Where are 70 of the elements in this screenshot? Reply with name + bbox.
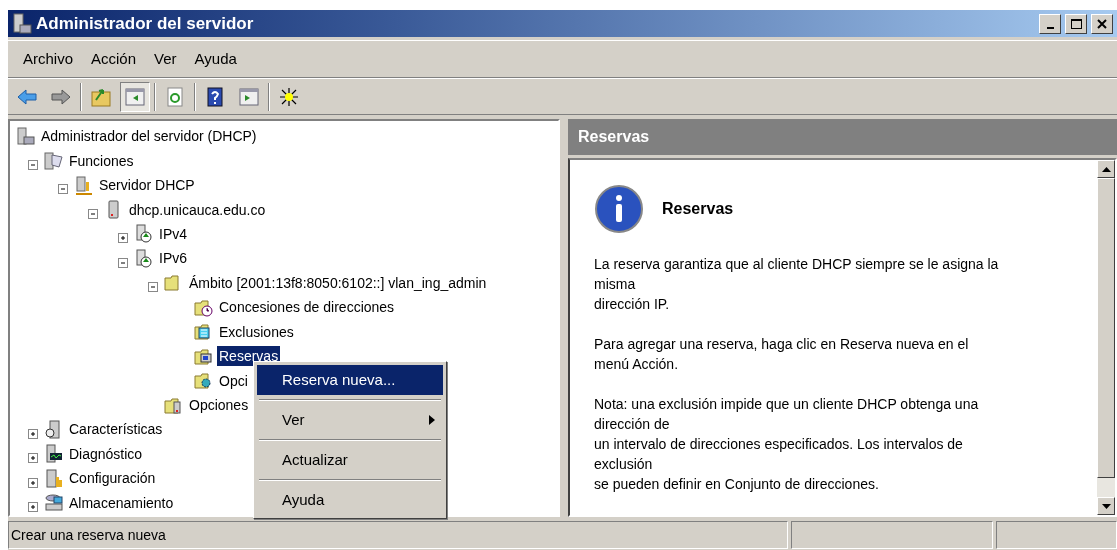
scroll-up-icon[interactable] [1101,166,1111,172]
minimize-icon [1046,26,1054,29]
tree-item[interactable]: Almacenamiento [67,492,176,513]
minimize-button[interactable] [1039,13,1061,34]
expand-toggle[interactable] [26,475,40,490]
server-folder-icon [164,395,183,415]
diagnostics-icon [44,444,63,464]
help-icon [204,85,226,108]
details-title: Reservas [662,199,734,219]
collapse-toggle[interactable] [116,255,130,270]
sparkle-icon [278,85,300,108]
expand-toggle[interactable] [26,500,40,515]
card-folder-icon [194,346,213,366]
storage-icon [44,493,63,513]
configuration-icon [44,468,63,488]
roles-icon [44,151,63,171]
tree-item[interactable]: Opciones [187,395,251,416]
tree-item[interactable]: Opci [217,370,250,391]
menu-item[interactable]: Acción [82,47,146,71]
expand-toggle[interactable] [26,426,40,441]
scroll-down-icon[interactable] [1101,503,1111,509]
list-folder-icon [194,322,213,342]
window-title: Administrador del servidor [36,12,254,35]
server-tools-icon [74,175,93,195]
menu-item[interactable]: Ayuda [257,485,443,515]
tree-item[interactable]: Concesiones de direcciones [217,297,397,318]
info-icon [594,184,644,234]
menu-item[interactable]: Ayuda [185,47,246,71]
console-tree-icon [124,85,146,108]
menu-item[interactable]: Reserva nueva... [257,365,443,395]
tree-item[interactable]: Funciones [67,150,136,171]
collapse-toggle[interactable] [26,157,40,172]
tree-item[interactable]: Servidor DHCP [97,175,197,196]
close-icon [1094,16,1110,31]
menu-item[interactable]: Archivo [14,47,83,71]
collapse-toggle[interactable] [56,182,70,197]
tree-item[interactable]: dhcp.unicauca.edu.co [127,199,268,220]
action-pane-icon [238,85,260,108]
menu-item[interactable]: Ver [257,405,443,435]
status-text: Crear una reserva nueva [8,521,788,549]
tree-item[interactable]: Exclusiones [217,321,296,342]
clock-folder-icon [194,297,213,317]
network-server-icon [134,248,153,268]
expand-toggle[interactable] [26,451,40,466]
gear-folder-icon [194,371,213,391]
paragraph: Nota: una exclusión impide que un cliente DHCP obtenga una dirección de un intervalo de direcciones especificados. Los intervalos de exclusión se pueden definir en Conjunto de direcciones. [594,395,980,494]
expand-toggle[interactable] [116,231,130,246]
tree-item[interactable]: Ámbito [2001:13f8:8050:6102::] vlan_ing_admin [187,272,489,293]
tree-item[interactable]: Diagnóstico [67,443,145,464]
tree-item[interactable]: Configuración [67,468,158,489]
close-button[interactable] [1091,13,1113,34]
scroll-thumb[interactable] [1097,178,1115,478]
tree-item[interactable]: Reservas [217,346,281,367]
menu-item[interactable]: Ver [145,47,186,71]
paragraph: Para agregar una reserva, haga clic en Reserva nueva en el menú Acción. [594,335,970,374]
paragraph: La reserva garantiza que al cliente DHCP siempre se le asigna la misma dirección IP. [594,255,1000,314]
tree-item[interactable]: Características [67,419,165,440]
submenu-arrow-icon [429,415,435,425]
features-icon [44,419,63,439]
collapse-toggle[interactable] [146,280,160,295]
tree-item[interactable]: IPv4 [157,223,189,244]
network-server-icon [134,224,153,244]
menu-item[interactable]: Actualizar [257,445,443,475]
tree-item[interactable]: IPv6 [157,248,189,269]
collapse-toggle[interactable] [86,206,100,221]
tree-item[interactable]: Administrador del servidor (DHCP) [39,126,259,147]
pane-header: Reservas [568,119,1117,155]
refresh-icon [164,85,186,108]
maximize-button[interactable] [1065,13,1087,34]
server-manager-icon [16,126,35,146]
